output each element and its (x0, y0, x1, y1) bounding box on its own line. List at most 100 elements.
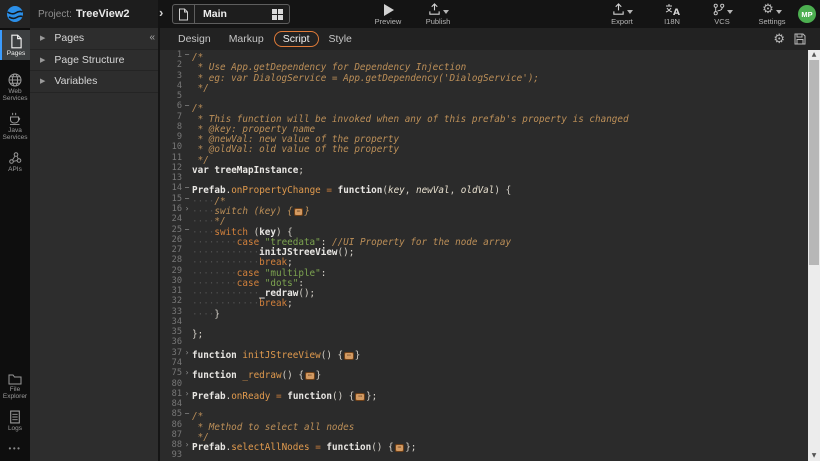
code-line[interactable]: 75›function _redraw() {⋯} (160, 368, 820, 378)
folded-code-badge[interactable]: ⋯ (294, 208, 304, 216)
code-line[interactable]: 81›Prefab.onReady = function() {⋯}; (160, 389, 820, 399)
line-number[interactable]: 5 (160, 91, 182, 101)
line-number[interactable]: 36 (160, 337, 182, 347)
code-line[interactable]: 36 (160, 337, 820, 347)
line-number[interactable]: 7 (160, 112, 182, 122)
code-line[interactable]: 86 * Method to select all nodes (160, 420, 820, 430)
code-line[interactable]: 26········case "treedata": //UI Property… (160, 235, 820, 245)
fold-collapsed-icon[interactable]: › (182, 368, 192, 378)
fold-open-icon[interactable]: − (182, 409, 192, 419)
sidebar-item-apis[interactable]: APIs (0, 147, 30, 176)
code-line[interactable]: 16›····switch (key) {⋯} (160, 204, 820, 214)
line-number[interactable]: 80 (160, 379, 182, 389)
fold-collapsed-icon[interactable]: › (182, 389, 192, 399)
line-number[interactable]: 75 (160, 368, 182, 378)
line-number[interactable]: 29 (160, 266, 182, 276)
code-line[interactable]: 32············break; (160, 296, 820, 306)
folded-code-badge[interactable]: ⋯ (395, 444, 405, 452)
line-number[interactable]: 3 (160, 71, 182, 81)
sidebar-item-web-services[interactable]: Web Services (0, 69, 30, 105)
panel-section-page-structure[interactable]: ▶ Page Structure (30, 50, 158, 72)
line-number[interactable]: 13 (160, 173, 182, 183)
code-editor[interactable]: 1−/*2 * Use App.getDependency for Depend… (160, 50, 820, 461)
scroll-down-icon[interactable]: ▼ (808, 452, 820, 460)
code-line[interactable]: 31············_redraw(); (160, 286, 820, 296)
fold-collapsed-icon[interactable]: › (182, 348, 192, 358)
code-line[interactable]: 29········case "multiple": (160, 266, 820, 276)
line-number[interactable]: 12 (160, 163, 182, 173)
code-line[interactable]: 10 * @oldVal: old value of the property (160, 142, 820, 152)
folded-code-badge[interactable]: ⋯ (344, 352, 354, 360)
sidebar-item-file-explorer[interactable]: File Explorer (0, 369, 30, 403)
code-line[interactable]: 3 * eg: var DialogService = App.getDepen… (160, 71, 820, 81)
line-number[interactable]: 84 (160, 399, 182, 409)
code-line[interactable]: 34 (160, 317, 820, 327)
line-number[interactable]: 4 (160, 81, 182, 91)
folded-code-badge[interactable]: ⋯ (355, 393, 365, 401)
line-number[interactable]: 93 (160, 450, 182, 460)
line-number[interactable]: 33 (160, 307, 182, 317)
fold-collapsed-icon[interactable]: › (182, 204, 192, 214)
line-number[interactable]: 74 (160, 358, 182, 368)
app-logo[interactable] (0, 0, 30, 28)
line-number[interactable]: 87 (160, 430, 182, 440)
vertical-scrollbar[interactable]: ▲ ▼ (808, 50, 820, 461)
user-avatar[interactable]: MP (798, 5, 816, 23)
project-breadcrumb[interactable]: Project: TreeView2 (30, 0, 158, 28)
code-line[interactable]: 28············break; (160, 255, 820, 265)
code-line[interactable]: 37›function initJStreeView() {⋯} (160, 348, 820, 358)
line-number[interactable]: 31 (160, 286, 182, 296)
line-number[interactable]: 1 (160, 50, 182, 60)
code-line[interactable]: 6−/* (160, 101, 820, 111)
more-options-icon[interactable]: ••• (0, 438, 30, 461)
save-icon[interactable] (794, 33, 806, 45)
editor-settings-gear-icon[interactable]: ⚙ (773, 33, 785, 46)
line-number[interactable]: 6 (160, 101, 182, 111)
i18n-button[interactable]: A I18N (654, 2, 690, 26)
line-number[interactable]: 14 (160, 183, 182, 193)
line-number[interactable]: 32 (160, 296, 182, 306)
code-line[interactable]: 2 * Use App.getDependency for Dependency… (160, 60, 820, 70)
line-number[interactable]: 25 (160, 225, 182, 235)
code-line[interactable]: 12var treeMapInstance; (160, 163, 820, 173)
fold-open-icon[interactable]: − (182, 50, 192, 60)
apps-grid-icon[interactable] (272, 9, 283, 20)
code-line[interactable]: 30········case "dots": (160, 276, 820, 286)
fold-collapsed-icon[interactable]: › (182, 440, 192, 450)
line-number[interactable]: 30 (160, 276, 182, 286)
tab-style[interactable]: Style (329, 33, 352, 45)
folded-code-badge[interactable]: ⋯ (305, 372, 315, 380)
code-line[interactable]: 9 * @newVal: new value of the property (160, 132, 820, 142)
code-line[interactable]: 85−/* (160, 409, 820, 419)
line-number[interactable]: 2 (160, 60, 182, 70)
fold-open-icon[interactable]: − (182, 194, 192, 204)
line-number[interactable]: 35 (160, 327, 182, 337)
tab-markup[interactable]: Markup (229, 33, 264, 45)
sidebar-item-java-services[interactable]: Java Services (0, 108, 30, 144)
line-number[interactable]: 11 (160, 153, 182, 163)
tab-script[interactable]: Script (274, 31, 319, 47)
line-number[interactable]: 15 (160, 194, 182, 204)
code-line[interactable]: 35}; (160, 327, 820, 337)
sidebar-item-pages[interactable]: Pages (0, 30, 30, 60)
page-selector[interactable]: Main (172, 4, 290, 24)
export-button[interactable]: Export (604, 2, 640, 26)
code-line[interactable]: 25−····switch (key) { (160, 225, 820, 235)
line-number[interactable]: 86 (160, 420, 182, 430)
line-number[interactable]: 85 (160, 409, 182, 419)
collapse-panel-icon[interactable]: « (149, 32, 155, 43)
line-number[interactable]: 16 (160, 204, 182, 214)
line-number[interactable]: 81 (160, 389, 182, 399)
settings-button[interactable]: ⚙ Settings (754, 2, 790, 26)
fold-open-icon[interactable]: − (182, 183, 192, 193)
line-number[interactable]: 34 (160, 317, 182, 327)
panel-section-variables[interactable]: ▶ Variables (30, 71, 158, 93)
line-number[interactable]: 24 (160, 214, 182, 224)
panel-section-pages[interactable]: ▶ Pages (30, 28, 158, 50)
line-number[interactable]: 88 (160, 440, 182, 450)
code-line[interactable]: 7 * This function will be invoked when a… (160, 112, 820, 122)
scrollbar-thumb[interactable] (809, 60, 819, 265)
code-line[interactable]: 1−/* (160, 50, 820, 60)
scroll-up-icon[interactable]: ▲ (808, 51, 820, 59)
line-number[interactable]: 26 (160, 235, 182, 245)
